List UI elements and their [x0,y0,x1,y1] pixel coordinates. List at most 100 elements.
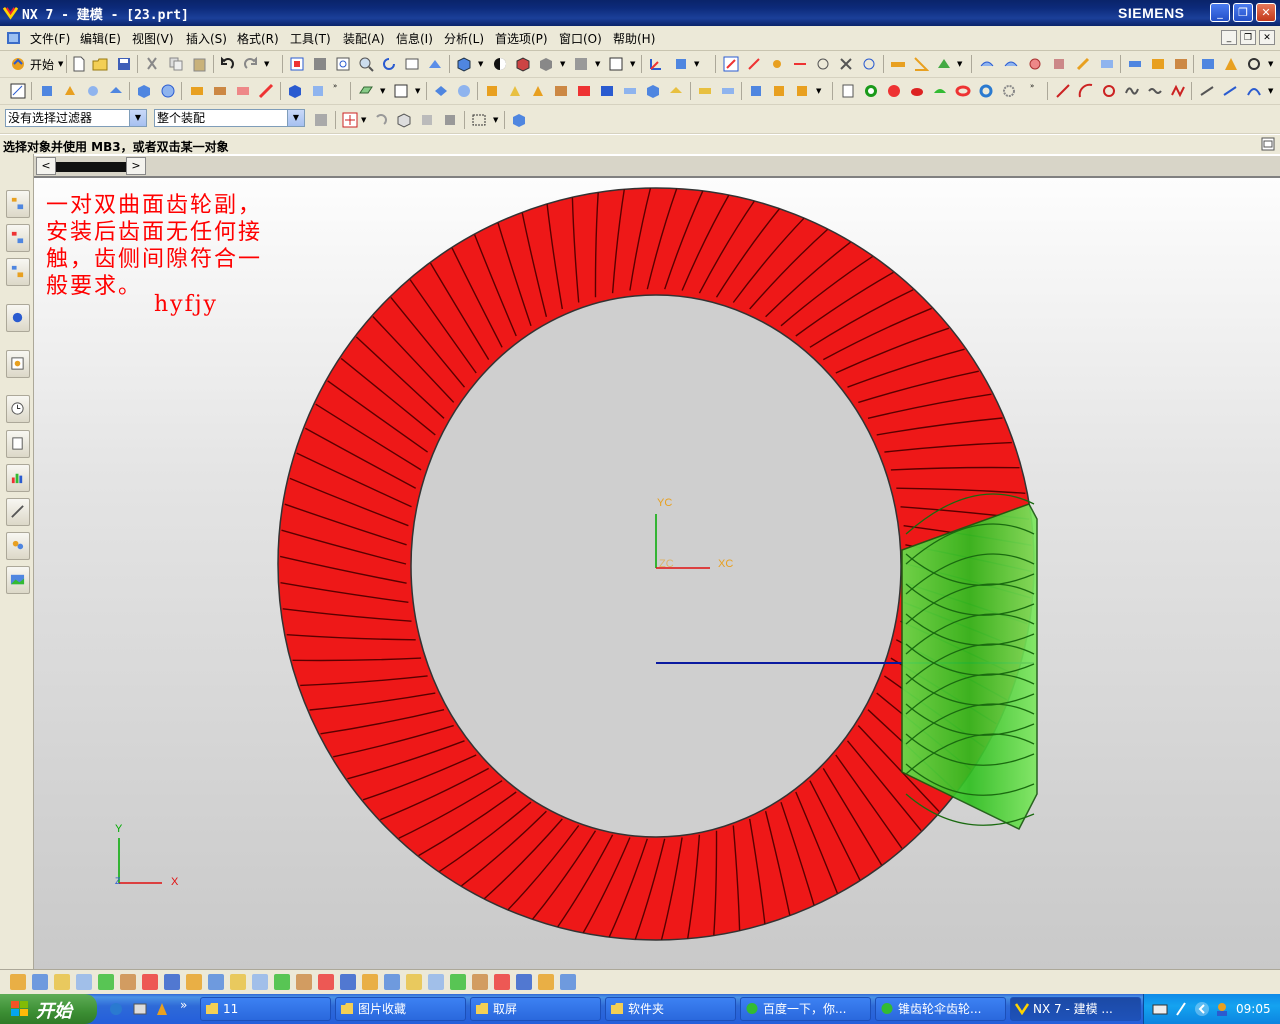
bottom-tool-icon[interactable] [494,974,510,990]
document-icon[interactable] [6,31,22,45]
select-features-icon[interactable] [419,112,435,128]
arc-icon[interactable] [1078,83,1094,99]
select-all-icon[interactable] [511,112,527,128]
menu-help[interactable]: 帮助(H) [613,30,655,47]
bottom-tool-icon[interactable] [450,974,466,990]
task-bevel-gear[interactable]: 锥齿轮伞齿轮... [875,997,1006,1021]
bottom-tool-icon[interactable] [406,974,422,990]
rotate-icon[interactable] [381,56,397,72]
line-icon[interactable] [1055,83,1071,99]
torus-icon[interactable] [955,83,971,99]
edit-display-icon[interactable] [1051,56,1067,72]
select-bodies-icon[interactable] [442,112,458,128]
trim-icon[interactable] [258,83,274,99]
magnify-icon[interactable] [358,56,374,72]
menu-edit[interactable]: 编辑(E) [80,30,121,47]
bottom-tool-icon[interactable] [230,974,246,990]
selection-scope-select[interactable]: 整个装配 ▼ [154,109,305,127]
doc-minimize-button[interactable]: _ [1221,30,1237,45]
reuse-library-tab[interactable] [6,304,30,332]
system-scenes-tab[interactable] [6,566,30,594]
pattern-icon[interactable] [484,83,500,99]
quicklaunch-overflow[interactable]: » [180,998,187,1012]
move-object-icon[interactable] [673,56,689,72]
pinion-gear[interactable] [901,493,1038,830]
background-icon[interactable] [573,56,589,72]
assembly-nav-icon[interactable] [1127,56,1143,72]
ring-blue-icon[interactable] [978,83,994,99]
perspective-icon[interactable] [427,56,443,72]
circle-green-icon[interactable] [863,83,879,99]
create-component-icon[interactable] [771,83,787,99]
surface-icon[interactable] [979,56,995,72]
manufacturing-wizard-tab[interactable] [6,498,30,526]
task-baidu[interactable]: 百度一下，你... [740,997,871,1021]
bottom-tool-icon[interactable] [208,974,224,990]
bottom-tool-icon[interactable] [142,974,158,990]
bottom-tool-icon[interactable] [32,974,48,990]
bottom-tool-icon[interactable] [54,974,70,990]
sew-icon[interactable] [697,83,713,99]
surface-2-icon[interactable] [1003,56,1019,72]
sweep-icon[interactable] [85,83,101,99]
control-point-icon[interactable] [815,56,831,72]
nx-app-icon[interactable] [3,5,18,20]
book-icon[interactable] [599,83,615,99]
snap-settings-icon[interactable] [342,112,358,128]
chevron-down-icon[interactable]: ▼ [129,110,146,126]
doc-restore-button[interactable]: ❐ [1240,30,1256,45]
menu-insert[interactable]: 插入(S) [186,30,227,47]
assembly-navigator-tab[interactable] [6,190,30,218]
bottom-tool-icon[interactable] [76,974,92,990]
history-icon[interactable] [1200,56,1216,72]
bottom-tool-icon[interactable] [384,974,400,990]
bridge-curve-icon[interactable] [1246,83,1262,99]
copy-icon[interactable] [168,56,184,72]
scale-icon[interactable] [622,83,638,99]
bottom-tool-icon[interactable] [362,974,378,990]
extrude-icon[interactable] [39,83,55,99]
revolve-icon[interactable] [62,83,78,99]
pen-icon[interactable] [1174,1001,1188,1017]
midpoint-icon[interactable] [792,56,808,72]
user-icon[interactable] [1214,1001,1230,1017]
thicken-icon[interactable] [720,83,736,99]
general-filter-icon[interactable] [313,112,329,128]
intersection-icon[interactable] [838,56,854,72]
type-filter-select[interactable]: 没有选择过滤器 ▼ [5,109,147,127]
edge-blend-icon[interactable] [287,83,303,99]
bottom-tool-icon[interactable] [318,974,334,990]
menu-assembly[interactable]: 装配(A) [343,30,385,47]
minimize-button[interactable]: _ [1210,3,1230,22]
settings-icon[interactable] [1246,56,1262,72]
point-icon[interactable] [746,56,762,72]
split-icon[interactable] [645,83,661,99]
sphere-icon[interactable] [456,83,472,99]
add-component-icon[interactable] [748,83,764,99]
menu-view[interactable]: 视图(V) [132,30,174,47]
new-icon[interactable] [71,56,87,72]
keyboard-icon[interactable] [1152,1002,1168,1016]
expand-icon[interactable] [1261,137,1275,151]
graphics-window[interactable]: < > 一对双曲面齿轮副， 安装后齿面无任何接 触，齿侧间隙符合一 般要求。 h… [34,154,1280,969]
bottom-tool-icon[interactable] [164,974,180,990]
start-button[interactable]: 开始 [30,56,54,73]
undo-icon[interactable] [219,56,235,72]
role-icon[interactable] [1223,56,1239,72]
orient-view-icon[interactable] [456,56,472,72]
web-browser-tab[interactable] [6,350,30,378]
desktop-quicklaunch-icon[interactable] [132,1001,148,1017]
reuse-library-icon[interactable] [1173,56,1189,72]
task-software-folder[interactable]: 软件夹 [605,997,736,1021]
arc-center-icon[interactable] [861,56,877,72]
measure-angle-icon[interactable] [913,56,929,72]
face-red-icon[interactable] [909,83,925,99]
datum-csys-icon[interactable] [393,83,409,99]
task-nx-modeling[interactable]: NX 7 - 建模 ... [1010,997,1141,1021]
restore-button[interactable]: ❐ [1233,3,1253,22]
cylinder-icon[interactable] [160,83,176,99]
bottom-tool-icon[interactable] [10,974,26,990]
constraint-navigator-tab[interactable] [6,224,30,252]
menu-file[interactable]: 文件(F) [30,30,70,47]
bottom-tool-icon[interactable] [120,974,136,990]
